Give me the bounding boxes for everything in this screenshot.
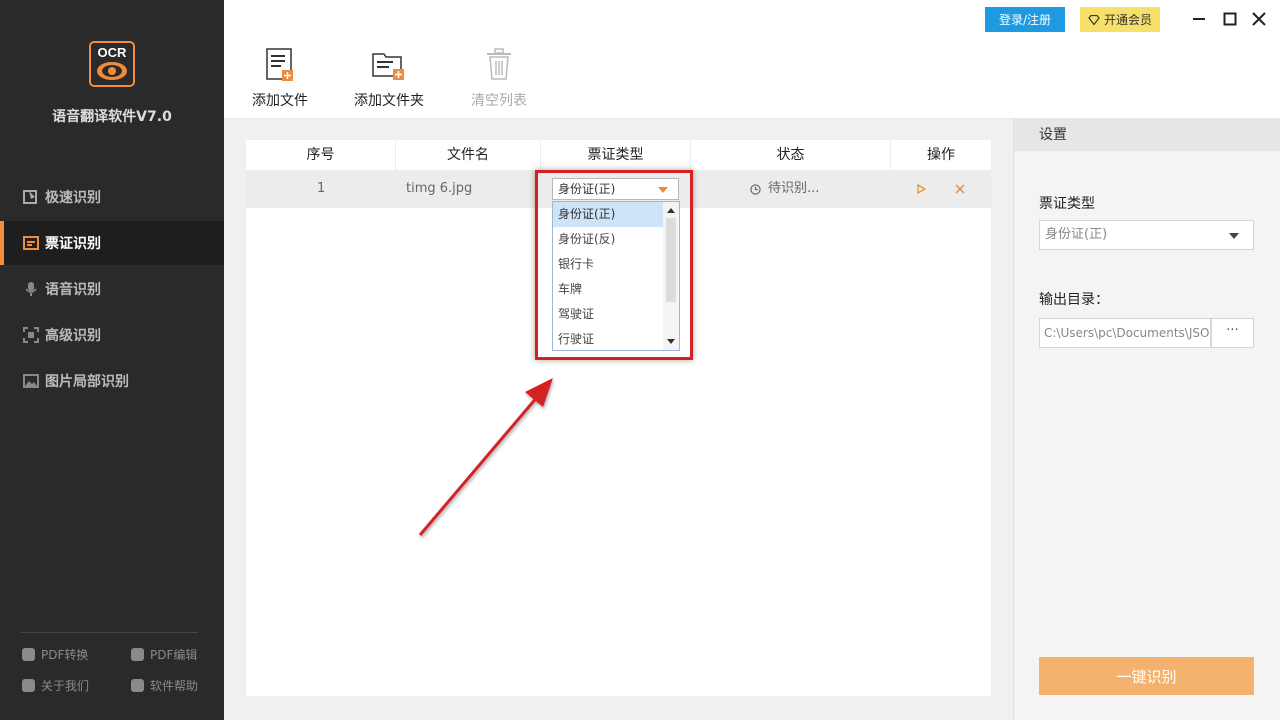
header-ticket-type: 票证类型 <box>541 140 691 170</box>
settings-title: 设置 <box>1014 119 1280 151</box>
logo-text: OCR <box>98 45 128 60</box>
output-dir-label: 输出目录： <box>1039 292 1109 308</box>
sidebar-item-label: 票证识别 <box>45 236 101 252</box>
sidebar: OCR 语音翻译软件V7.0 极速识别 票证识别 语音识别 高级识别 图片局部识… <box>0 0 224 720</box>
pdf-edit-label: PDF编辑 <box>150 648 198 662</box>
header-index: 序号 <box>246 140 396 170</box>
browse-button[interactable]: ··· <box>1211 318 1254 348</box>
header-status: 状态 <box>691 140 891 170</box>
clear-list-label: 清空列表 <box>471 93 527 109</box>
chevron-down-icon <box>1229 233 1239 239</box>
close-icon[interactable] <box>1250 10 1268 28</box>
header-filename: 文件名 <box>396 140 541 170</box>
row-index: 1 <box>317 181 326 196</box>
vip-button[interactable]: 开通会员 <box>1080 7 1160 32</box>
sidebar-item-ticket-recognition[interactable]: 票证识别 <box>0 221 224 265</box>
play-icon[interactable] <box>917 184 926 194</box>
settings-ticket-type-select[interactable]: 身份证(正) <box>1039 220 1254 250</box>
sidebar-divider <box>20 632 198 633</box>
clear-list-button[interactable]: 清空列表 <box>468 48 530 110</box>
pdf-convert-label: PDF转换 <box>41 648 89 662</box>
table-header: 序号 文件名 票证类型 状态 操作 <box>246 140 991 171</box>
settings-panel: 设置 票证类型 身份证(正) 输出目录： C:\Users\pc\Documen… <box>1013 119 1280 720</box>
minimize-icon[interactable] <box>1190 10 1208 28</box>
login-register-button[interactable]: 登录/注册 <box>985 7 1065 32</box>
pdf-convert-link[interactable]: PDF转换 <box>22 646 88 663</box>
add-file-icon <box>266 48 293 81</box>
highlight-annotation-box <box>535 170 693 360</box>
ocr-logo-icon: OCR <box>89 41 135 87</box>
sidebar-item-label: 极速识别 <box>45 190 101 206</box>
about-label: 关于我们 <box>41 679 90 693</box>
row-status-text: 待识别... <box>768 181 820 196</box>
output-dir-field[interactable]: C:\Users\pc\Documents\JSO <box>1039 318 1211 348</box>
add-folder-icon <box>372 53 404 80</box>
app-name: 语音翻译软件V7.0 <box>52 109 172 125</box>
title-bar: 登录/注册 开通会员 <box>224 0 1280 38</box>
image-icon <box>23 374 39 388</box>
trash-icon <box>487 48 511 80</box>
sidebar-item-label: 高级识别 <box>45 328 101 344</box>
add-folder-label: 添加文件夹 <box>354 93 424 109</box>
annotation-arrow-icon <box>418 378 553 536</box>
sidebar-item-advanced-recognition[interactable]: 高级识别 <box>0 313 224 357</box>
about-icon <box>22 679 35 692</box>
add-file-label: 添加文件 <box>252 93 308 109</box>
help-link[interactable]: 软件帮助 <box>131 677 198 694</box>
ticket-icon <box>23 236 39 250</box>
scan-icon <box>23 327 39 343</box>
speed-icon <box>23 190 37 204</box>
toolbar: 添加文件 添加文件夹 清空列表 <box>224 38 1280 119</box>
help-label: 软件帮助 <box>150 679 199 693</box>
sidebar-item-voice-recognition[interactable]: 语音识别 <box>0 267 224 311</box>
run-recognition-button[interactable]: 一键识别 <box>1039 657 1254 695</box>
row-status: 待识别... <box>750 170 819 208</box>
vip-label: 开通会员 <box>1103 13 1152 27</box>
pdf-edit-icon <box>131 648 144 661</box>
sidebar-item-speed-recognition[interactable]: 极速识别 <box>0 175 224 219</box>
settings-ticket-type-value: 身份证(正) <box>1045 227 1108 242</box>
sidebar-item-label: 语音识别 <box>45 282 101 298</box>
pdf-convert-icon <box>22 648 35 661</box>
help-icon <box>131 679 144 692</box>
header-actions: 操作 <box>927 147 955 163</box>
sidebar-item-label: 图片局部识别 <box>45 374 129 390</box>
about-link[interactable]: 关于我们 <box>22 677 89 694</box>
row-filename: timg 6.jpg <box>406 181 473 196</box>
microphone-icon <box>25 282 37 296</box>
clock-icon <box>750 183 761 195</box>
add-file-button[interactable]: 添加文件 <box>250 48 310 110</box>
ticket-type-label: 票证类型 <box>1039 196 1095 212</box>
diamond-icon <box>1088 14 1100 25</box>
delete-icon[interactable] <box>955 184 965 194</box>
pdf-edit-link[interactable]: PDF编辑 <box>131 646 197 663</box>
maximize-icon[interactable] <box>1221 10 1239 28</box>
sidebar-item-partial-recognition[interactable]: 图片局部识别 <box>0 359 224 403</box>
add-folder-button[interactable]: 添加文件夹 <box>352 48 426 110</box>
